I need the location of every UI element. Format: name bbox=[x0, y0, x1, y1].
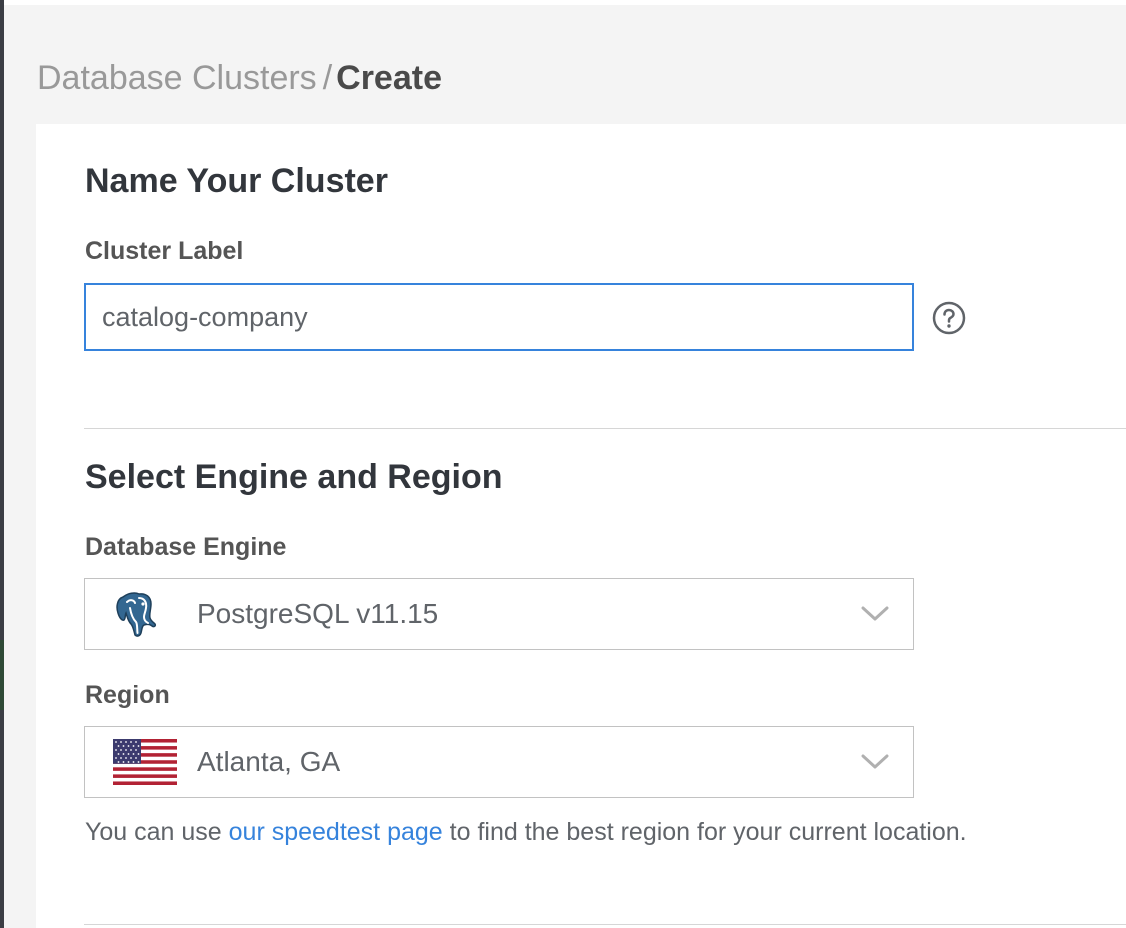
breadcrumb-parent-link[interactable]: Database Clusters bbox=[37, 59, 317, 97]
breadcrumb-current: Create bbox=[336, 59, 442, 97]
section-divider bbox=[84, 924, 1126, 925]
top-bar bbox=[4, 0, 1126, 5]
database-engine-value: PostgreSQL v11.15 bbox=[197, 598, 439, 629]
section-title-name: Name Your Cluster bbox=[85, 162, 388, 200]
region-hint: You can use our speedtest page to find t… bbox=[85, 818, 967, 847]
postgresql-elephant-icon bbox=[113, 589, 161, 644]
region-select[interactable]: Atlanta, GA bbox=[84, 726, 914, 798]
speedtest-link[interactable]: our speedtest page bbox=[229, 818, 443, 846]
sidebar-edge bbox=[0, 0, 4, 928]
region-label: Region bbox=[85, 681, 170, 709]
hint-suffix: to find the best region for your current… bbox=[442, 818, 967, 846]
sidebar-edge-accent bbox=[0, 640, 4, 710]
breadcrumb: Database Clusters / Create bbox=[37, 56, 442, 100]
cluster-label-label: Cluster Label bbox=[85, 237, 244, 265]
section-title-engine-region: Select Engine and Region bbox=[85, 458, 503, 496]
chevron-down-icon bbox=[861, 753, 889, 771]
us-flag-icon bbox=[113, 739, 177, 790]
region-value: Atlanta, GA bbox=[197, 746, 341, 777]
help-circle-icon[interactable] bbox=[932, 301, 966, 335]
section-divider bbox=[84, 428, 1126, 429]
database-engine-select[interactable]: PostgreSQL v11.15 bbox=[84, 578, 914, 650]
cluster-label-input[interactable] bbox=[84, 283, 914, 351]
chevron-down-icon bbox=[861, 605, 889, 623]
hint-prefix: You can use bbox=[85, 818, 229, 846]
database-engine-label: Database Engine bbox=[85, 533, 287, 561]
breadcrumb-separator: / bbox=[322, 59, 333, 97]
create-cluster-form: Name Your Cluster Cluster Label Select E… bbox=[36, 124, 1126, 928]
